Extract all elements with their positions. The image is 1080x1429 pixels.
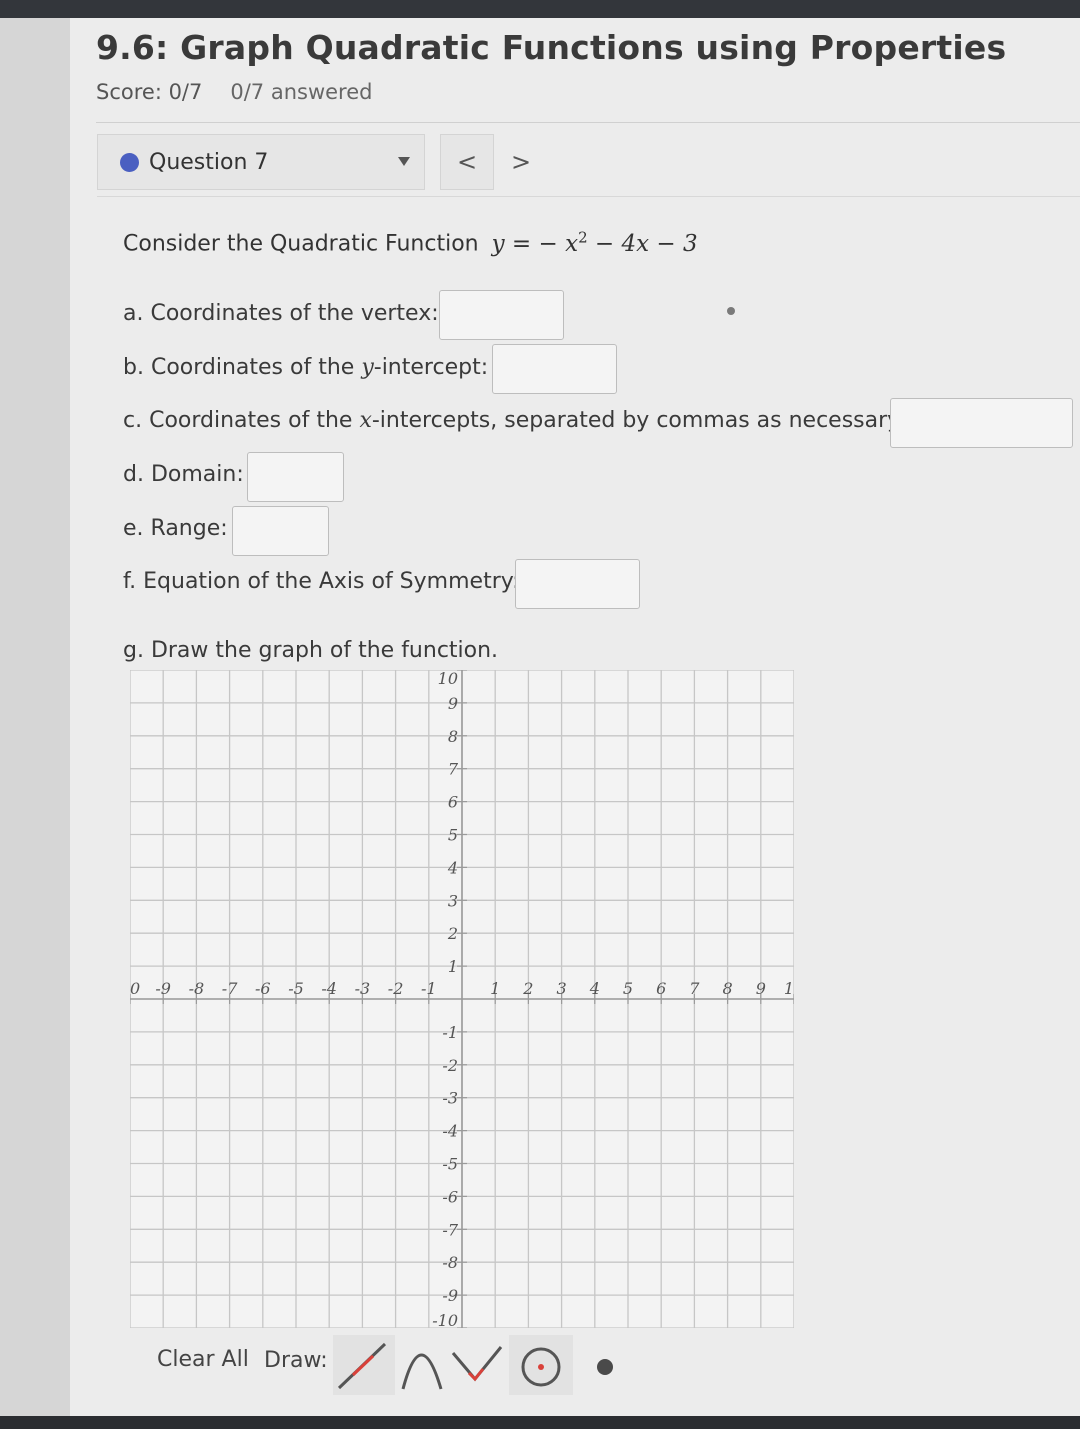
part-f-label: f. Equation of the Axis of Symmetry: xyxy=(123,569,520,594)
x-tick-label: -1 xyxy=(421,979,437,998)
prompt-text: Consider the Quadratic Function xyxy=(123,231,479,257)
part-c-suffix: -intercepts, separated by commas as nece… xyxy=(371,408,906,433)
line-tool-button[interactable] xyxy=(333,1335,395,1395)
y-tick-label: 5 xyxy=(448,826,458,845)
x-tick-label: -8 xyxy=(189,979,205,998)
graphing-canvas[interactable]: 10 -9 -8 -7 -6 -5 -4 -3 -2 -1 1 2 3 4 5 6 7 8 9 10 10 9 8 7 6 5 4… xyxy=(130,670,794,1328)
equation-exponent: 2 xyxy=(578,228,588,246)
circle-tool-icon xyxy=(521,1347,561,1387)
answered-count: 0/7 answered xyxy=(230,80,373,104)
x-intercepts-answer-input[interactable] xyxy=(890,398,1073,448)
x-tick-label: -2 xyxy=(388,979,404,998)
x-tick-label: 4 xyxy=(589,979,600,998)
point-tool-button[interactable] xyxy=(575,1335,635,1395)
y-tick-label: -4 xyxy=(442,1122,458,1141)
equation-rhs-lead: − x xyxy=(538,230,579,257)
y-tick-label: 4 xyxy=(447,858,458,877)
draw-label: Draw: xyxy=(264,1348,328,1373)
range-answer-input[interactable] xyxy=(232,506,329,556)
x-tick-label: 2 xyxy=(522,979,533,998)
y-tick-label: -1 xyxy=(442,1023,458,1042)
parabola-up-tool-button[interactable] xyxy=(451,1335,509,1395)
previous-question-button[interactable]: < xyxy=(440,134,494,190)
x-tick-label: -6 xyxy=(255,979,271,998)
parabola-down-tool-button[interactable] xyxy=(397,1335,451,1395)
y-tick-label: -7 xyxy=(442,1220,458,1239)
equation-rhs-tail: − 4x − 3 xyxy=(587,230,698,257)
part-b-suffix: -intercept: xyxy=(373,355,489,380)
y-tick-label: 1 xyxy=(448,957,458,976)
y-tick-label: 3 xyxy=(448,891,458,910)
y-tick-label: -6 xyxy=(442,1187,458,1206)
y-tick-label: -10 xyxy=(432,1311,458,1328)
y-tick-label: 6 xyxy=(448,793,458,812)
equation-equals: = xyxy=(511,230,532,257)
y-tick-label: 8 xyxy=(448,727,458,746)
header-divider xyxy=(96,122,1080,123)
domain-answer-input[interactable] xyxy=(247,452,344,502)
y-tick-label: -2 xyxy=(442,1056,458,1075)
part-b-variable: y xyxy=(361,355,374,380)
parabola-down-tool-icon xyxy=(401,1353,443,1390)
parabola-up-tool-icon xyxy=(451,1346,503,1382)
part-d-label: d. Domain: xyxy=(123,462,244,487)
x-tick-label: 8 xyxy=(723,979,733,998)
x-tick-label: 10 xyxy=(784,979,794,998)
part-b-label: b. Coordinates of the y-intercept: xyxy=(123,355,488,380)
part-b-prefix: b. Coordinates of the xyxy=(123,355,362,380)
page-title: 9.6: Graph Quadratic Functions using Pro… xyxy=(96,28,1007,67)
y-tick-label: -5 xyxy=(442,1155,458,1174)
circle-tool-button[interactable] xyxy=(509,1335,573,1395)
question-label: Question 7 xyxy=(149,149,269,175)
axis-of-symmetry-answer-input[interactable] xyxy=(515,559,640,609)
function-equation: y = − x2 − 4x − 3 xyxy=(491,228,698,257)
x-tick-label: 6 xyxy=(656,979,666,998)
y-intercept-answer-input[interactable] xyxy=(492,344,617,394)
next-question-button[interactable]: > xyxy=(494,134,548,190)
part-c-variable: x xyxy=(359,408,372,433)
browser-top-bar xyxy=(0,0,1080,18)
x-tick-label: 10 xyxy=(130,979,140,998)
equation-lhs: y xyxy=(491,230,505,257)
score-text: Score: 0/7 xyxy=(96,80,203,104)
left-margin xyxy=(0,18,70,1418)
question-divider xyxy=(97,196,1080,197)
part-a-label: a. Coordinates of the vertex: xyxy=(123,301,439,326)
x-tick-label: -4 xyxy=(321,979,337,998)
y-tick-label: 7 xyxy=(448,760,459,779)
part-e-label: e. Range: xyxy=(123,516,228,541)
score-line: Score: 0/7 0/7 answered xyxy=(96,80,372,104)
x-tick-label: -5 xyxy=(288,979,304,998)
question-prompt: Consider the Quadratic Function y = − x2… xyxy=(123,228,698,257)
x-tick-label: 1 xyxy=(490,979,500,998)
vertex-answer-input[interactable] xyxy=(439,290,564,340)
point-tool-icon xyxy=(597,1359,613,1375)
x-tick-label: 5 xyxy=(623,979,633,998)
y-tick-label: -3 xyxy=(442,1089,458,1108)
part-g-label: g. Draw the graph of the function. xyxy=(123,638,499,663)
x-tick-label: 7 xyxy=(689,979,700,998)
x-tick-label: -3 xyxy=(355,979,371,998)
x-tick-label: 3 xyxy=(557,979,567,998)
question-select[interactable]: Question 7 xyxy=(97,134,425,190)
y-tick-label: -8 xyxy=(442,1253,458,1272)
browser-bottom-bar xyxy=(0,1416,1080,1429)
caret-down-icon xyxy=(398,157,410,166)
part-c-prefix: c. Coordinates of the xyxy=(123,408,360,433)
x-tick-label: 9 xyxy=(756,979,766,998)
question-status-dot xyxy=(120,152,139,172)
part-c-label: c. Coordinates of the x-intercepts, sepa… xyxy=(123,408,906,433)
clear-all-button[interactable]: Clear All xyxy=(157,1347,249,1372)
x-tick-label: -9 xyxy=(155,979,171,998)
cursor-dot xyxy=(727,307,735,315)
y-tick-label: 10 xyxy=(438,670,458,688)
x-tick-label: -7 xyxy=(222,979,238,998)
y-tick-label: -9 xyxy=(442,1286,458,1305)
y-tick-label: 2 xyxy=(447,924,458,943)
y-tick-label: 9 xyxy=(448,694,458,713)
line-tool-icon xyxy=(337,1342,387,1390)
